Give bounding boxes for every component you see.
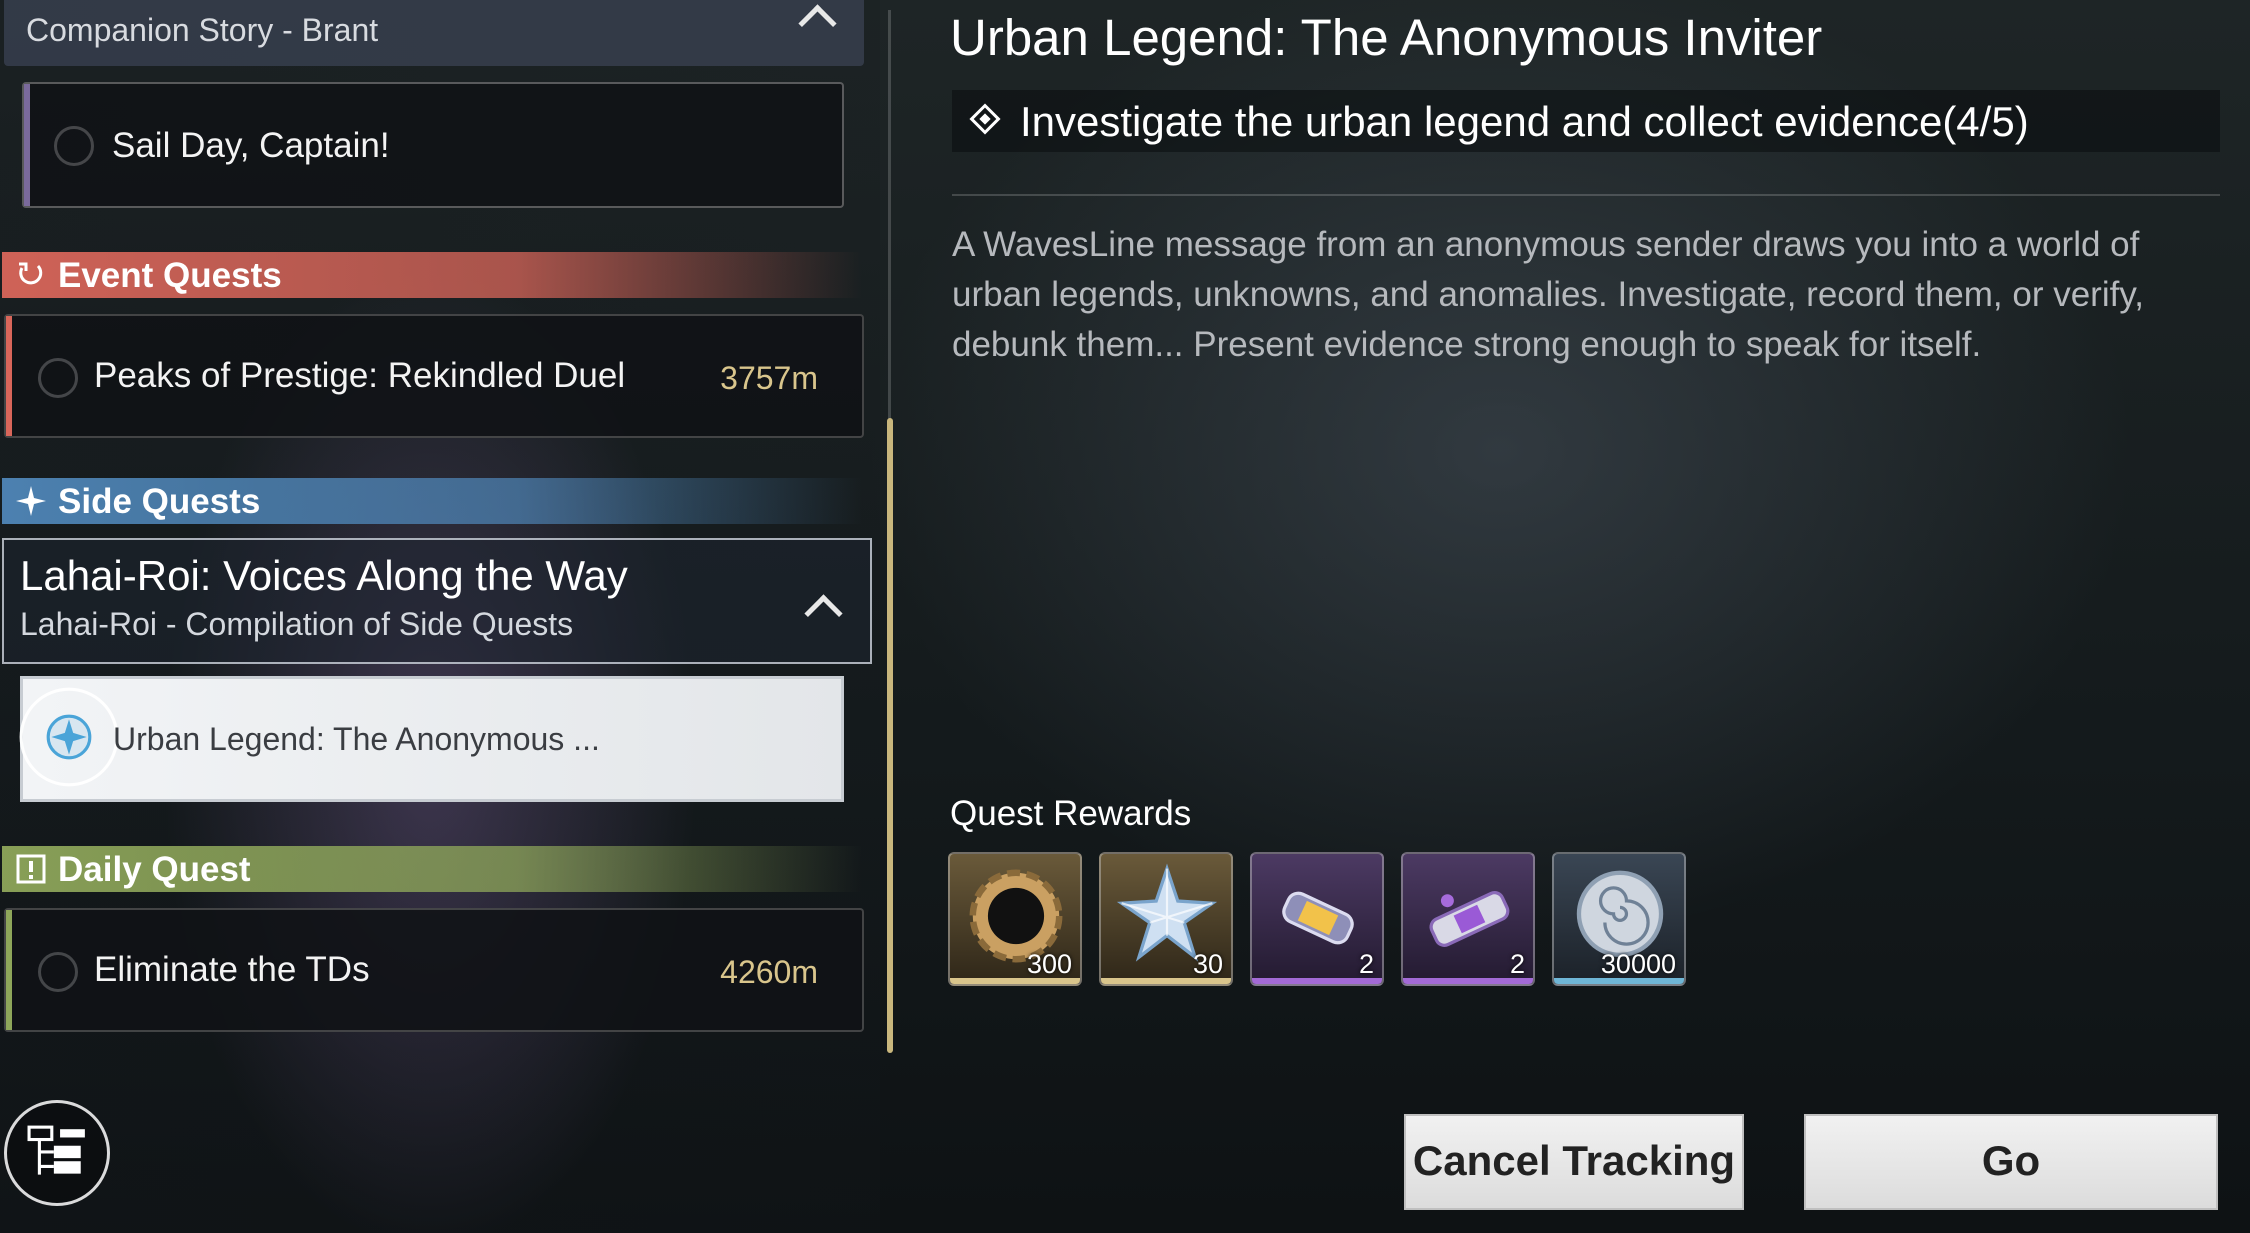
quest-title: Eliminate the TDs — [94, 950, 370, 989]
section-daily-quest: Daily Quest — [2, 846, 862, 892]
reward-count: 2 — [1358, 949, 1374, 979]
reward-rarity-bar — [950, 978, 1080, 984]
reward-rarity-bar — [1403, 978, 1533, 984]
quest-detail-title: Urban Legend: The Anonymous Inviter — [950, 9, 1823, 66]
quest-description: A WavesLine message from an anonymous se… — [952, 225, 2144, 364]
section-label: Side Quests — [58, 482, 261, 521]
companion-group-subtitle: Companion Story - Brant — [26, 12, 379, 48]
card-accent — [6, 316, 12, 436]
side-group-title: Lahai-Roi: Voices Along the Way — [20, 552, 628, 599]
reward-item[interactable]: 2 — [1401, 852, 1535, 986]
reward-item[interactable]: 2 — [1250, 852, 1384, 986]
quest-card-daily[interactable]: Eliminate the TDs 4260m — [4, 908, 864, 1032]
chevron-up-icon[interactable] — [798, 4, 837, 43]
resonance-capsule-icon — [1429, 891, 1510, 947]
quest-title: Urban Legend: The Anonymous ... — [113, 721, 600, 757]
reward-count: 300 — [1026, 949, 1072, 979]
quest-list-panel: Companion Story - Brant Sail Day, Captai… — [0, 0, 880, 1233]
reward-count: 30000 — [1600, 949, 1676, 979]
reward-item[interactable]: 300 — [948, 852, 1082, 986]
objective-text: Investigate the urban legend and collect… — [1020, 98, 2029, 145]
quest-title: Peaks of Prestige: Rekindled Duel — [94, 356, 626, 395]
track-circle-icon[interactable] — [54, 126, 94, 166]
reward-rarity-bar — [1554, 978, 1684, 984]
event-quest-icon — [19, 262, 43, 285]
section-label: Daily Quest — [58, 850, 251, 889]
card-accent — [24, 84, 30, 206]
sparkle-icon — [16, 486, 46, 516]
section-event-quests: Event Quests — [2, 252, 862, 298]
quest-card-selected[interactable]: Urban Legend: The Anonymous ... — [17, 676, 844, 802]
quest-card-event[interactable]: Peaks of Prestige: Rekindled Duel 3757m — [4, 314, 864, 438]
section-side-quests: Side Quests — [2, 478, 862, 524]
reward-rarity-bar — [1101, 978, 1231, 984]
rewards-label: Quest Rewards — [950, 794, 1192, 833]
quest-tree-icon — [27, 1125, 85, 1175]
quest-distance: 4260m — [720, 954, 818, 990]
quest-distance: 3757m — [720, 360, 818, 396]
side-quest-group-header[interactable]: Lahai-Roi: Voices Along the Way Lahai-Ro… — [2, 538, 872, 664]
objective-diamond-icon — [969, 103, 1001, 135]
track-circle-icon[interactable] — [38, 358, 78, 398]
quest-title: Sail Day, Captain! — [112, 126, 390, 165]
track-circle-icon[interactable] — [38, 952, 78, 992]
tracked-compass-icon[interactable] — [17, 685, 121, 789]
reward-item[interactable]: 30000 — [1552, 852, 1686, 986]
reward-rarity-bar — [1252, 978, 1382, 984]
reward-item[interactable]: 30 — [1099, 852, 1233, 986]
go-button[interactable]: Go — [1804, 1114, 2218, 1210]
side-group-subtitle: Lahai-Roi - Compilation of Side Quests — [20, 606, 574, 642]
chevron-up-icon[interactable] — [804, 594, 843, 633]
quest-objective: Investigate the urban legend and collect… — [952, 90, 2220, 152]
companion-group-header[interactable]: Companion Story - Brant — [4, 0, 864, 66]
quest-tree-button[interactable] — [4, 1100, 110, 1206]
card-accent — [6, 910, 12, 1030]
daily-alert-icon — [16, 854, 46, 884]
detail-divider — [952, 194, 2220, 196]
section-label: Event Quests — [58, 256, 282, 295]
cancel-tracking-button[interactable]: Cancel Tracking — [1404, 1114, 1744, 1210]
quest-card-companion[interactable]: Sail Day, Captain! — [22, 82, 844, 208]
quest-list-scroll-thumb[interactable] — [887, 418, 893, 1053]
reward-count: 2 — [1509, 949, 1525, 979]
reward-count: 30 — [1192, 949, 1223, 979]
energy-capsule-icon — [1282, 891, 1354, 945]
